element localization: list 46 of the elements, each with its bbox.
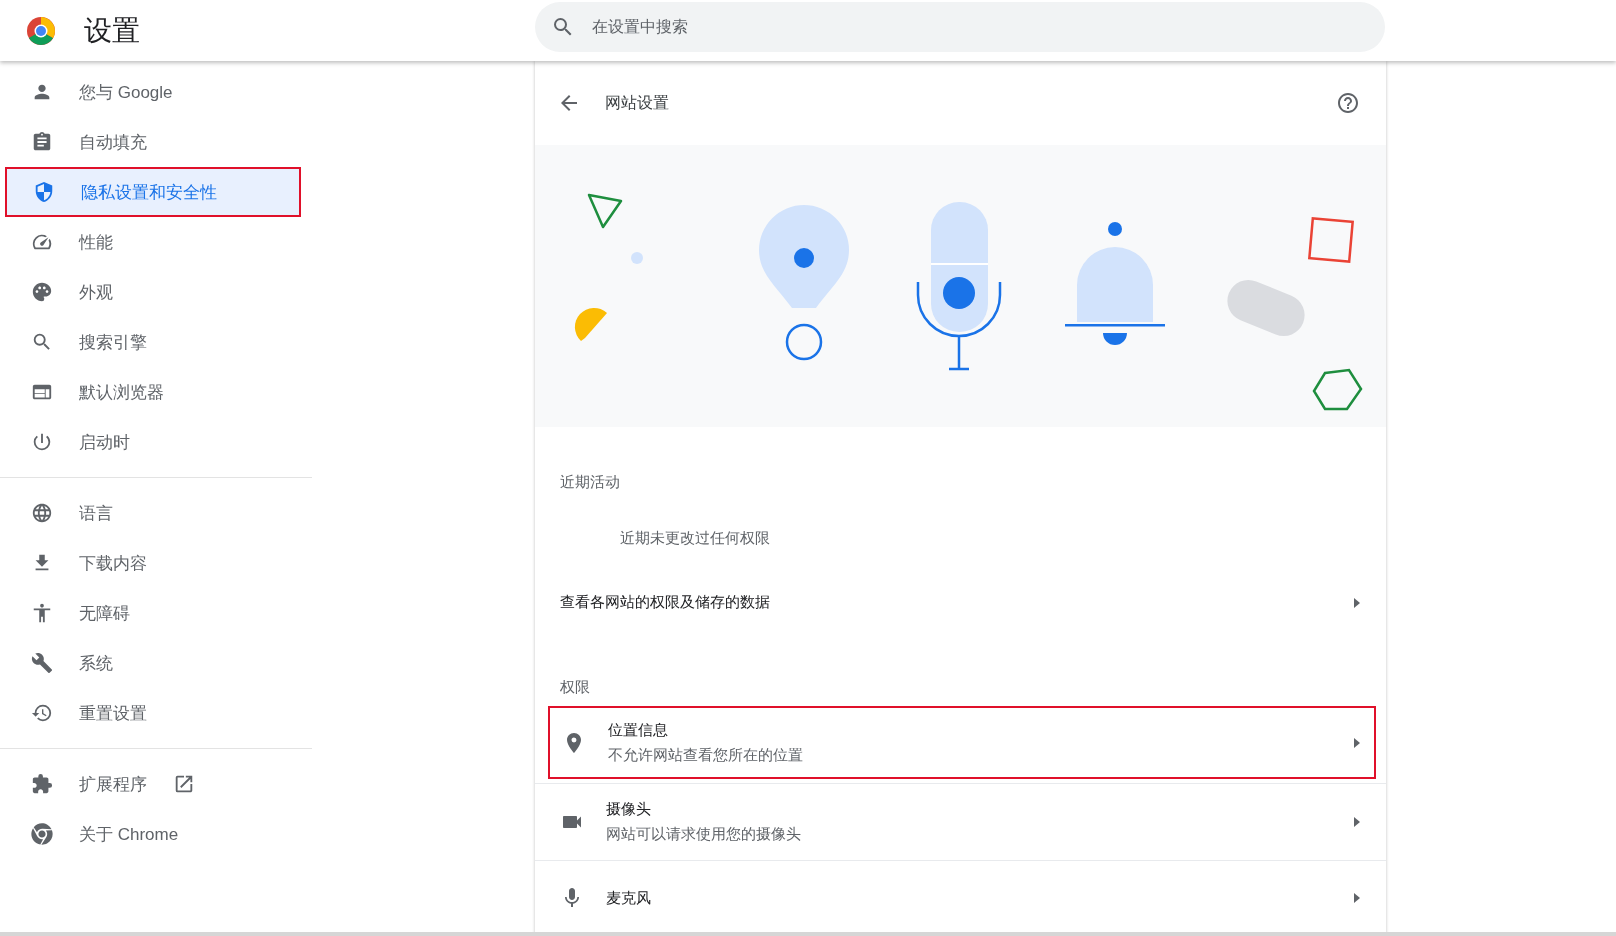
- clipboard-icon: [31, 131, 53, 153]
- sidebar-item[interactable]: 无障碍: [0, 588, 310, 638]
- palette-icon: [31, 281, 53, 303]
- sidebar-item[interactable]: 系统: [0, 638, 310, 688]
- help-icon[interactable]: [1336, 91, 1360, 116]
- permission-row[interactable]: 位置信息 不允许网站查看您所在的位置: [548, 706, 1376, 780]
- permission-description: 网站可以请求使用您的摄像头: [606, 824, 802, 844]
- caret-icon: [1354, 816, 1360, 827]
- shield-icon: [33, 181, 55, 203]
- accessibility-icon: [31, 602, 53, 624]
- card-title: 网站设置: [605, 92, 670, 113]
- puzzle-icon: [31, 773, 53, 795]
- history-icon: [31, 702, 53, 724]
- caret-icon: [1354, 737, 1360, 748]
- sidebar-item[interactable]: 搜索引擎: [0, 317, 310, 367]
- sidebar-item[interactable]: 扩展程序: [0, 759, 310, 809]
- caret-icon: [1354, 893, 1360, 904]
- permission-title: 位置信息: [608, 720, 669, 740]
- sidebar-item[interactable]: 外观: [0, 267, 310, 317]
- sidebar-item[interactable]: 启动时: [0, 417, 310, 467]
- search-field[interactable]: 在设置中搜索: [535, 1, 1385, 52]
- caret-icon: [1354, 597, 1360, 608]
- sidebar-item[interactable]: 关于 Chrome: [0, 809, 310, 859]
- empty-note: 近期未更改过任何权限: [620, 528, 770, 548]
- sidebar-item[interactable]: 默认浏览器: [0, 367, 310, 417]
- sidebar-item[interactable]: 下载内容: [0, 538, 310, 588]
- permission-title: 摄像头: [606, 799, 652, 819]
- sidebar-item[interactable]: 语言: [0, 488, 310, 538]
- sidebar-item[interactable]: 自动填充: [0, 117, 310, 167]
- power-icon: [31, 431, 53, 453]
- permission-title: 麦克风: [606, 888, 652, 908]
- settings-link-row[interactable]: 查看各网站的权限及储存的数据: [535, 574, 1386, 632]
- chrome-logo: [26, 15, 56, 46]
- search-icon: [31, 331, 53, 353]
- chrome-icon: [31, 823, 53, 845]
- sidebar-item[interactable]: 您与 Google: [0, 67, 310, 117]
- section-heading: 近期活动: [560, 473, 620, 491]
- sidebar-item[interactable]: 隐私设置和安全性: [5, 167, 301, 217]
- permission-row[interactable]: 摄像头 网站可以请求使用您的摄像头: [535, 783, 1386, 860]
- page-title: 设置: [84, 13, 140, 48]
- sidebar-item[interactable]: 性能: [0, 217, 310, 267]
- sidebar-item[interactable]: 重置设置: [0, 688, 310, 738]
- wrench-icon: [31, 652, 53, 674]
- section-heading: 权限: [560, 677, 590, 695]
- globe-icon: [31, 502, 53, 524]
- permission-description: 不允许网站查看您所在的位置: [608, 745, 804, 765]
